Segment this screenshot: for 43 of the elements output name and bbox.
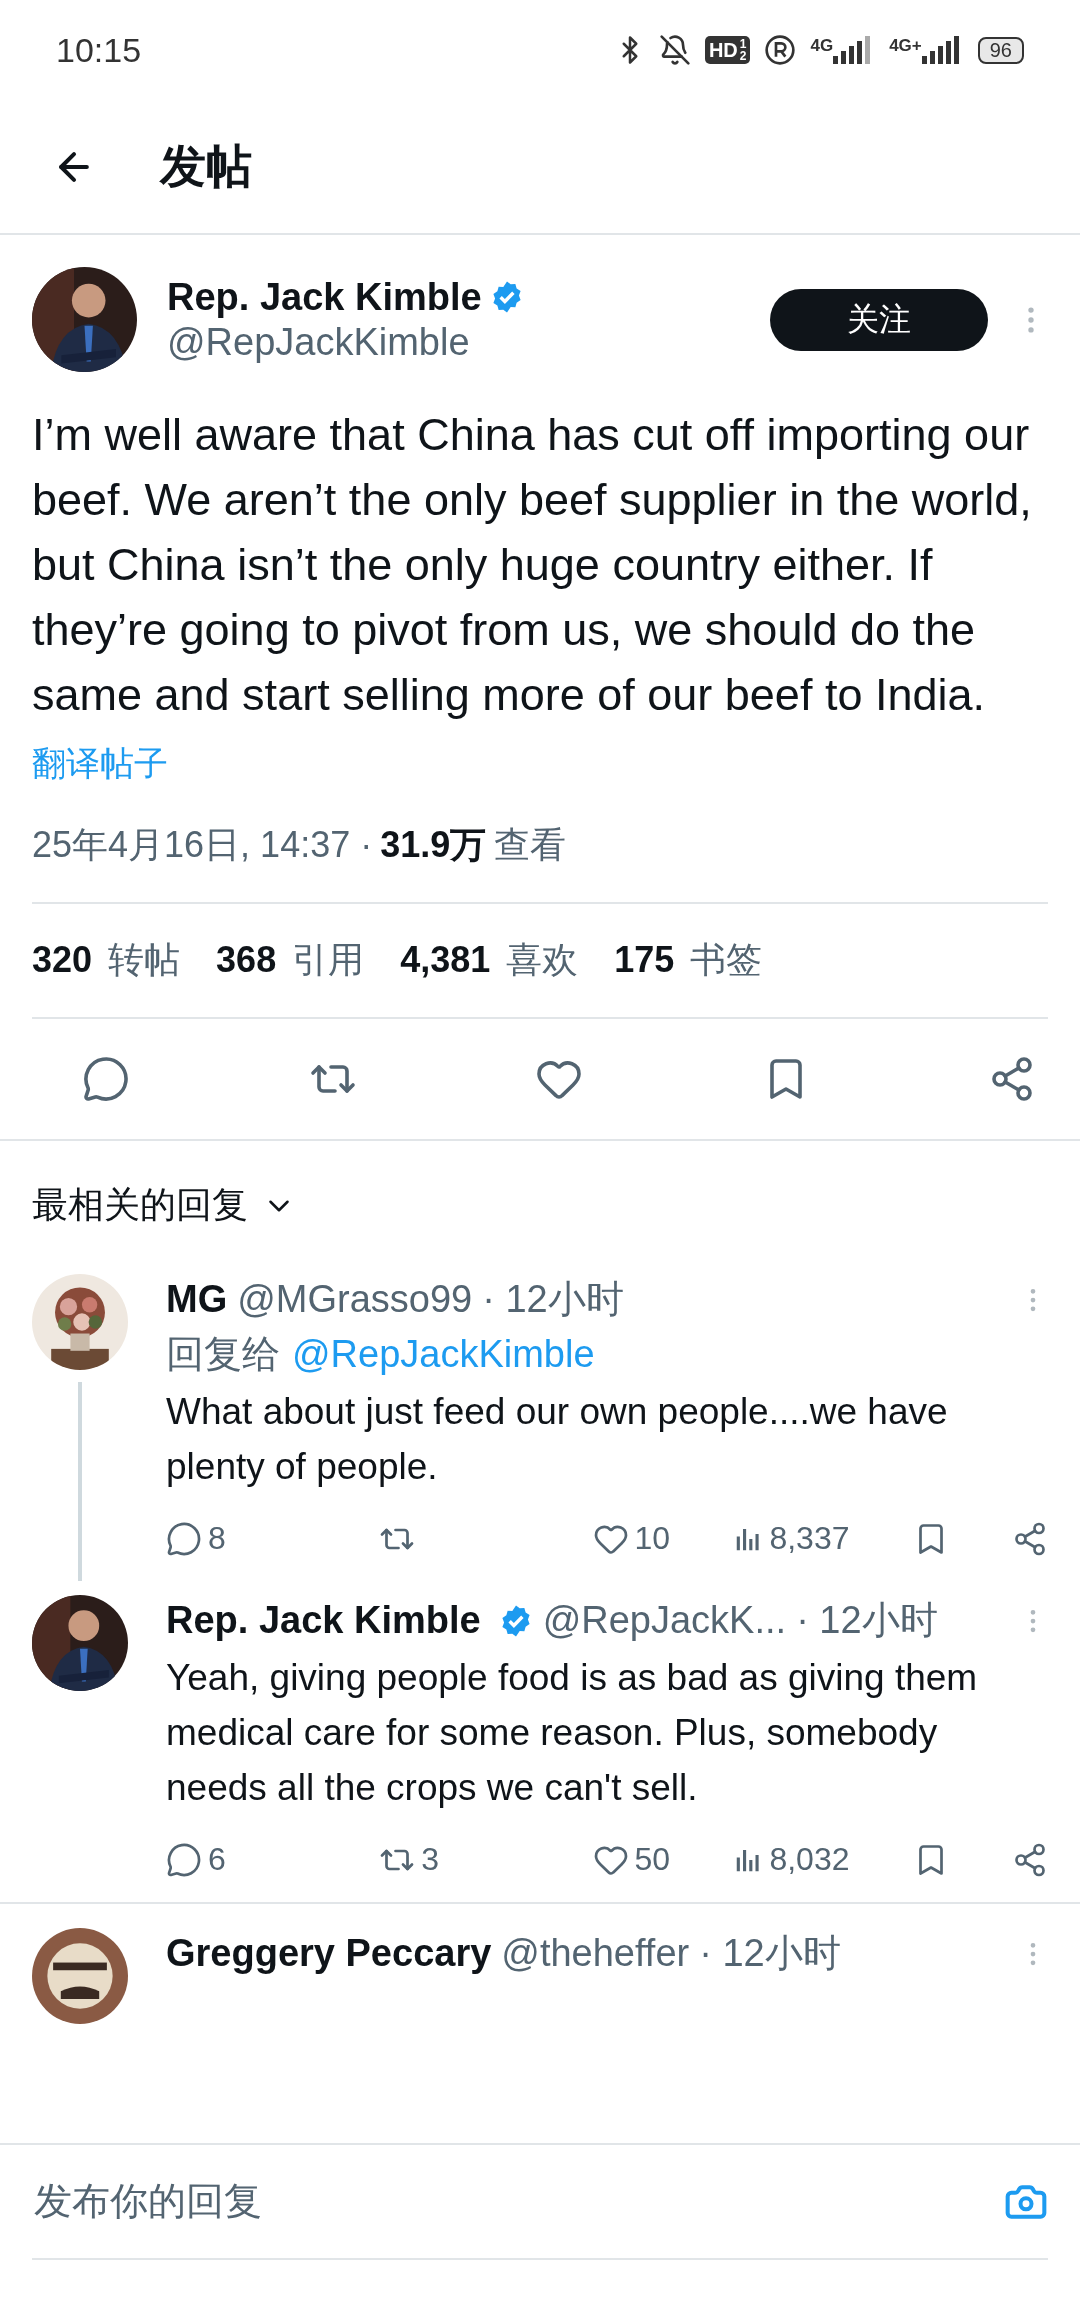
like-count: 50 <box>634 1841 671 1878</box>
page-title: 发帖 <box>160 138 252 194</box>
reply-handle: @RepJackK... <box>542 1599 787 1642</box>
share-icon[interactable] <box>1012 1520 1048 1557</box>
author-handle: @RepJackKimble <box>167 320 471 364</box>
view-count: 31.9万 <box>380 823 487 867</box>
reply-icon[interactable] <box>166 1520 202 1557</box>
battery-level: 96 <box>977 36 1024 64</box>
author-name: Rep. Jack Kimble <box>167 275 482 319</box>
like-count: 10 <box>634 1520 671 1557</box>
registered-icon <box>764 34 797 66</box>
sort-label[interactable]: 最相关的回复 <box>32 1181 248 1230</box>
view-count: 8,337 <box>769 1520 850 1557</box>
reply-handle: @theheffer <box>501 1932 690 1975</box>
post-text: I’m well aware that China has cut off importing our beef. We aren’t the only beef supplier in the world, but China isn’t the only huge country either. If they’re going to pivot from us, we should do the same and start selling more of our beef to India. <box>32 408 1033 722</box>
reply-count: 8 <box>208 1520 226 1557</box>
reply-author: Greggery Peccary <box>166 1932 492 1975</box>
stat-link[interactable]: 4,381 喜欢 <box>400 936 579 985</box>
follow-button[interactable]: 关注 <box>770 288 988 351</box>
reply-author: MG <box>166 1278 228 1321</box>
reply-count: 6 <box>208 1841 226 1878</box>
reply-time: · 12小时 <box>796 1598 938 1643</box>
network-type-label: 4G+ <box>889 36 922 56</box>
share-icon[interactable] <box>1012 1841 1048 1878</box>
reply-time: · 12小时 <box>699 1931 841 1976</box>
views-label: 查看 <box>494 823 567 867</box>
muted-bell-icon <box>658 34 691 66</box>
reply-text: What about just feed our own people....we have plenty of people. <box>166 1390 949 1489</box>
reply-time: · 12小时 <box>482 1277 624 1322</box>
network-type-label: 4G <box>810 36 834 56</box>
reply-author: Rep. Jack Kimble <box>166 1599 481 1642</box>
reply-text: Yeah, giving people food is as bad as giving them medical care for some reason. Plus, somebody needs all the crops we can't sell. <box>166 1656 979 1810</box>
stat-link[interactable]: 368 引用 <box>216 936 365 985</box>
stat-link[interactable]: 175 书签 <box>614 936 763 985</box>
clock: 10:15 <box>56 30 142 70</box>
reply-icon[interactable] <box>82 1055 130 1103</box>
view-count: 8,032 <box>769 1841 850 1878</box>
stat-link[interactable]: 320 转帖 <box>32 936 181 985</box>
reply-to-label: 回复给 <box>166 1332 280 1377</box>
reply-handle: @MGrasso99 <box>237 1278 473 1321</box>
repost-count: 3 <box>421 1841 440 1878</box>
reply-icon[interactable] <box>166 1841 202 1878</box>
post-date: 25年4月16日, 14:37 · <box>32 823 373 867</box>
